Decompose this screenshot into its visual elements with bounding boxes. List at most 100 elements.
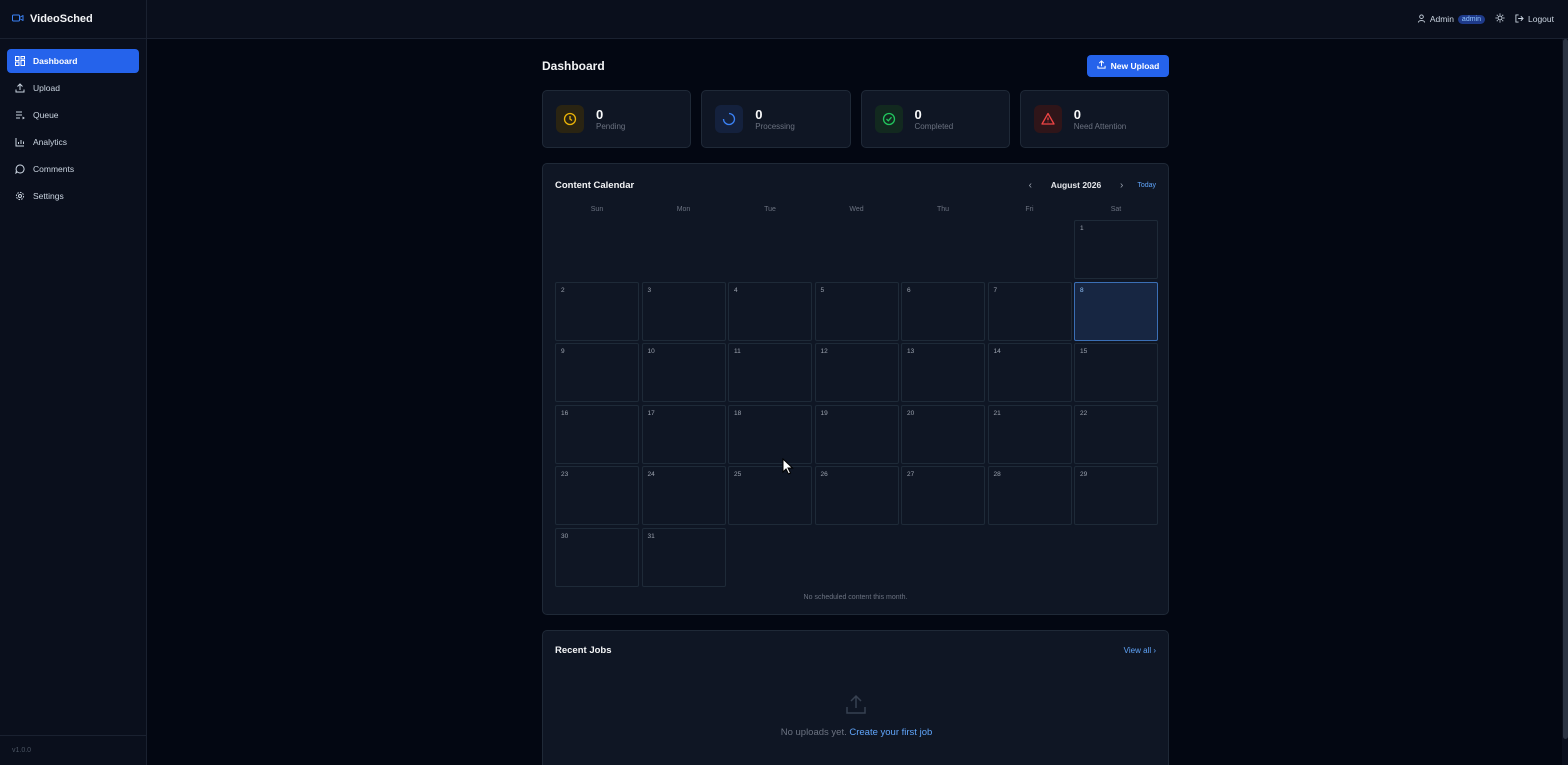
calendar-day[interactable]: 18	[728, 404, 812, 464]
calendar-day[interactable]: 9	[555, 343, 639, 402]
chevron-left-icon[interactable]: ‹	[1029, 180, 1032, 191]
calendar-day[interactable]: 29	[1074, 466, 1158, 525]
calendar-day[interactable]: 31	[641, 527, 726, 587]
calendar-day[interactable]: 30	[555, 527, 639, 587]
logout-label: Logout	[1528, 14, 1554, 24]
calendar-day[interactable]: 4	[728, 281, 812, 341]
sidebar-item-analytics[interactable]: Analytics	[7, 130, 139, 154]
calendar-day[interactable]: 19	[814, 404, 899, 464]
dashboard-icon	[15, 56, 25, 66]
brand[interactable]: VideoSched	[0, 0, 146, 39]
stat-card-pending: 0 Pending	[542, 90, 692, 148]
calendar-day[interactable]: 11	[728, 343, 812, 402]
check-circle-icon	[874, 105, 903, 133]
stat-label: Completed	[914, 122, 954, 131]
create-first-job-link[interactable]: Create your first job	[849, 727, 932, 738]
calendar-weekdays: Sun Mon Tue Wed Thu Fri Sat	[555, 206, 1158, 213]
today-button[interactable]: Today	[1137, 182, 1156, 189]
calendar-day[interactable]: 28	[987, 466, 1072, 525]
sidebar: VideoSched Dashboard Upload Queue Analyt…	[0, 0, 147, 765]
recent-jobs-empty: No uploads yet. Create your first job	[543, 727, 1170, 738]
calendar-day[interactable]: 6	[901, 281, 985, 341]
logout-icon	[1515, 13, 1524, 25]
calendar-blank-cell	[728, 220, 812, 279]
calendar-day[interactable]: 20	[901, 404, 985, 464]
warning-icon	[1033, 105, 1062, 133]
calendar-day[interactable]: 7	[987, 281, 1072, 341]
calendar-day[interactable]: 27	[901, 466, 985, 525]
chevron-right-icon[interactable]: ›	[1120, 180, 1123, 191]
user-icon	[1417, 13, 1426, 25]
view-all-label: View all	[1123, 646, 1152, 655]
calendar-day[interactable]: 1	[1074, 220, 1158, 279]
version-text: v1.0.0	[12, 747, 32, 754]
calendar-day[interactable]: 10	[641, 343, 726, 402]
sidebar-item-queue[interactable]: Queue	[7, 103, 139, 127]
calendar-day-today[interactable]: 8	[1074, 281, 1158, 341]
weekday-label: Wed	[849, 206, 864, 213]
sidebar-nav: Dashboard Upload Queue Analytics Comment…	[0, 39, 146, 221]
stat-card-processing: 0 Processing	[701, 90, 851, 148]
sidebar-item-label: Analytics	[33, 137, 68, 147]
calendar-month: August 2026	[1050, 180, 1102, 190]
calendar-day[interactable]: 3	[641, 281, 726, 341]
calendar-day[interactable]: 22	[1074, 404, 1158, 464]
calendar-blank-cell	[555, 220, 639, 279]
stat-card-need-attention: 0 Need Attention	[1019, 90, 1169, 148]
recent-jobs-title: Recent Jobs	[555, 645, 612, 656]
logout-button[interactable]: Logout	[1515, 13, 1554, 25]
new-upload-button[interactable]: New Upload	[1087, 54, 1169, 77]
scrollbar-thumb[interactable]	[1563, 39, 1568, 739]
weekday-label: Thu	[936, 206, 950, 213]
page-title: Dashboard	[542, 58, 605, 73]
sidebar-item-dashboard[interactable]: Dashboard	[7, 49, 139, 73]
weekday-label: Tue	[764, 206, 776, 213]
comments-icon	[15, 164, 25, 174]
stat-label: Pending	[596, 122, 626, 131]
calendar-day[interactable]: 12	[814, 343, 899, 402]
sidebar-item-comments[interactable]: Comments	[7, 157, 139, 181]
clock-icon	[556, 105, 584, 133]
calendar-day[interactable]: 21	[987, 404, 1072, 464]
weekday-label: Sun	[590, 206, 604, 213]
calendar-day[interactable]: 26	[814, 466, 899, 525]
role-badge: admin	[1457, 14, 1485, 24]
theme-toggle-button[interactable]	[1495, 13, 1505, 25]
upload-icon	[1097, 60, 1106, 71]
chevron-right-icon: ›	[1153, 646, 1156, 655]
sidebar-item-label: Upload	[33, 83, 60, 93]
stat-card-completed: 0 Completed	[860, 90, 1010, 148]
weekday-label: Fri	[1025, 206, 1034, 213]
calendar-day[interactable]: 13	[901, 343, 985, 402]
stat-value: 0	[914, 107, 922, 122]
calendar-day[interactable]: 17	[641, 404, 726, 464]
weekday-label: Sat	[1110, 206, 1122, 213]
analytics-icon	[15, 137, 25, 147]
upload-icon	[15, 83, 25, 93]
stat-value: 0	[596, 107, 604, 122]
spinner-icon	[715, 105, 744, 133]
sidebar-item-settings[interactable]: Settings	[7, 184, 139, 208]
calendar-day[interactable]: 15	[1074, 343, 1158, 402]
version-label: v1.0.0	[0, 735, 146, 765]
sun-icon	[1495, 13, 1505, 25]
app-name: VideoSched	[30, 13, 93, 25]
calendar-day[interactable]: 25	[728, 466, 812, 525]
calendar-blank-cell	[642, 220, 726, 279]
video-camera-icon	[12, 10, 24, 28]
calendar-day[interactable]: 24	[641, 466, 726, 525]
user-name: Admin	[1429, 14, 1454, 24]
view-all-link[interactable]: View all ›	[1124, 646, 1156, 655]
stat-value: 0	[755, 107, 763, 122]
calendar-day[interactable]: 23	[555, 466, 639, 525]
stats-row: 0 Pending 0 Processing 0 Completed 0 Nee…	[542, 90, 1169, 148]
calendar-day[interactable]: 14	[987, 343, 1072, 402]
calendar-blank-cell	[988, 220, 1072, 279]
upload-icon	[845, 693, 867, 720]
weekday-label: Mon	[676, 206, 691, 213]
calendar-day[interactable]: 5	[814, 281, 899, 341]
calendar-day[interactable]: 16	[555, 404, 639, 464]
sidebar-item-upload[interactable]: Upload	[7, 76, 139, 100]
calendar-day[interactable]: 2	[555, 281, 639, 341]
sidebar-item-label: Comments	[33, 164, 75, 174]
